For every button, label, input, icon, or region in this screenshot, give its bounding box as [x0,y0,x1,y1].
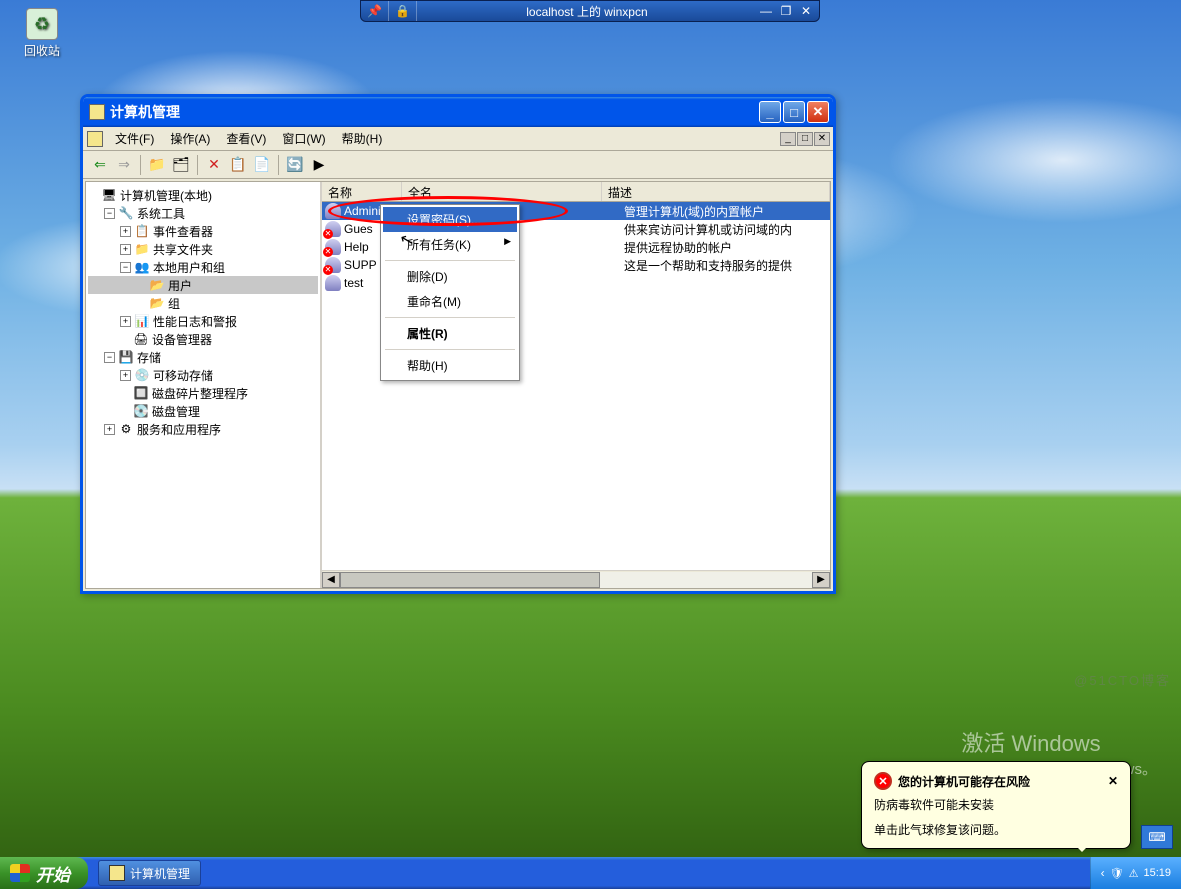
tree-groups[interactable]: 📂组 [88,294,318,312]
menu-set-password[interactable]: 设置密码(S)... [383,207,517,232]
tree-local-users[interactable]: −👥本地用户和组 [88,258,318,276]
recycle-bin-label: 回收站 [18,42,66,59]
scroll-left-button[interactable]: ◀ [322,572,340,588]
balloon-title: 您的计算机可能存在风险 [898,773,1030,790]
menu-window[interactable]: 窗口(W) [274,127,333,150]
balloon-line1: 防病毒软件可能未安装 [874,796,1118,813]
tray-shield-icon[interactable]: 🛡 [1110,867,1124,880]
remote-connection-bar: 📌 🔒 localhost 上的 winxpcn — ❐ ✕ [360,0,820,22]
tray-expand-icon[interactable]: ‹ [1101,866,1105,880]
security-balloon[interactable]: ✕ 您的计算机可能存在风险 ✕ 防病毒软件可能未安装 单击此气球修复该问题。 [861,761,1131,849]
delete-toolbar-button[interactable]: ✕ [203,154,225,176]
doc-minimize-button[interactable]: _ [780,132,796,146]
menu-all-tasks[interactable]: 所有任务(K) [383,232,517,257]
tree-shared-folders[interactable]: +📁共享文件夹 [88,240,318,258]
menu-file[interactable]: 文件(F) [107,127,162,150]
tree-event-viewer[interactable]: +📋事件查看器 [88,222,318,240]
window-title: 计算机管理 [110,102,759,122]
tree-perf-logs[interactable]: +📊性能日志和警报 [88,312,318,330]
balloon-close-button[interactable]: ✕ [1108,774,1118,788]
doc-restore-button[interactable]: □ [797,132,813,146]
tree-users[interactable]: 📂用户 [88,276,318,294]
tree-root[interactable]: 🖥计算机管理(本地) [88,186,318,204]
taskbar: 开始 计算机管理 ‹ 🛡 ⚠ 15:19 [0,857,1181,889]
col-name[interactable]: 名称 [322,182,402,201]
task-icon [109,865,125,881]
remote-title: localhost 上的 winxpcn [417,3,757,20]
remote-minimize-button[interactable]: — [757,3,775,19]
users-list: 名称 全名 描述 Administr管理计算机(域)的内置帐户 Gues供来宾访… [322,182,830,588]
balloon-line2: 单击此气球修复该问题。 [874,821,1118,838]
recycle-bin-icon[interactable]: ♻ 回收站 [18,8,66,59]
app-icon [87,131,103,147]
scroll-right-button[interactable]: ▶ [812,572,830,588]
tray-warning-icon[interactable]: ⚠ [1129,867,1139,880]
back-button[interactable]: ⇐ [89,154,111,176]
menu-view[interactable]: 查看(V) [218,127,274,150]
tree-device-manager[interactable]: 🖨设备管理器 [88,330,318,348]
tree-system-tools[interactable]: −🔧系统工具 [88,204,318,222]
tree-services-apps[interactable]: +⚙服务和应用程序 [88,420,318,438]
windows-flag-icon [10,864,30,882]
menu-rename[interactable]: 重命名(M) [383,289,517,314]
list-header: 名称 全名 描述 [322,182,830,202]
pin-icon[interactable]: 📌 [361,1,389,21]
menu-action[interactable]: 操作(A) [162,127,218,150]
toolbar: ⇐ ⇒ 📁 🗂 ✕ 📋 📄 🔄 ▶ [83,151,833,179]
blog-watermark: @51CTO博客 [1074,670,1171,689]
col-desc[interactable]: 描述 [602,182,830,201]
taskbar-clock[interactable]: 15:19 [1143,867,1171,879]
forward-button[interactable]: ⇒ [113,154,135,176]
language-indicator[interactable]: ⌨ [1141,825,1173,849]
system-tray[interactable]: ‹ 🛡 ⚠ 15:19 [1090,857,1181,889]
start-button[interactable]: 开始 [0,857,88,889]
close-button[interactable]: ✕ [807,101,829,123]
refresh-button[interactable]: 🔄 [284,154,306,176]
lock-icon[interactable]: 🔒 [389,1,417,21]
remote-close-button[interactable]: ✕ [797,3,815,19]
tree-disk-mgmt[interactable]: 💽磁盘管理 [88,402,318,420]
tree-defrag[interactable]: 🔲磁盘碎片整理程序 [88,384,318,402]
tree-storage[interactable]: −💾存储 [88,348,318,366]
menu-help[interactable]: 帮助(H) [334,127,391,150]
menu-delete[interactable]: 删除(D) [383,264,517,289]
tree-removable[interactable]: +💿可移动存储 [88,366,318,384]
properties-toolbar-button[interactable]: 📋 [227,154,249,176]
scroll-thumb[interactable] [340,572,600,588]
doc-close-button[interactable]: ✕ [814,132,830,146]
maximize-button[interactable]: □ [783,101,805,123]
computer-management-window: 计算机管理 _ □ ✕ 文件(F) 操作(A) 查看(V) 窗口(W) 帮助(H… [80,94,836,594]
up-folder-button[interactable]: 📁 [146,154,168,176]
remote-restore-button[interactable]: ❐ [777,3,795,19]
menu-properties[interactable]: 属性(R) [383,321,517,346]
shield-warning-icon: ✕ [874,772,892,790]
col-fullname[interactable]: 全名 [402,182,602,201]
menubar: 文件(F) 操作(A) 查看(V) 窗口(W) 帮助(H) _ □ ✕ [83,127,833,151]
minimize-button[interactable]: _ [759,101,781,123]
help-toolbar-button[interactable]: ▶ [308,154,330,176]
taskbar-computer-management[interactable]: 计算机管理 [98,860,201,886]
window-titlebar[interactable]: 计算机管理 _ □ ✕ [83,97,833,127]
navigation-tree[interactable]: 🖥计算机管理(本地) −🔧系统工具 +📋事件查看器 +📁共享文件夹 −👥本地用户… [86,182,322,588]
horizontal-scrollbar[interactable]: ◀ ▶ [322,570,830,588]
show-hide-tree-button[interactable]: 🗂 [170,154,192,176]
menu-help[interactable]: 帮助(H) [383,353,517,378]
window-icon [89,104,105,120]
export-list-button[interactable]: 📄 [251,154,273,176]
user-context-menu: 设置密码(S)... 所有任务(K) 删除(D) 重命名(M) 属性(R) 帮助… [380,204,520,381]
